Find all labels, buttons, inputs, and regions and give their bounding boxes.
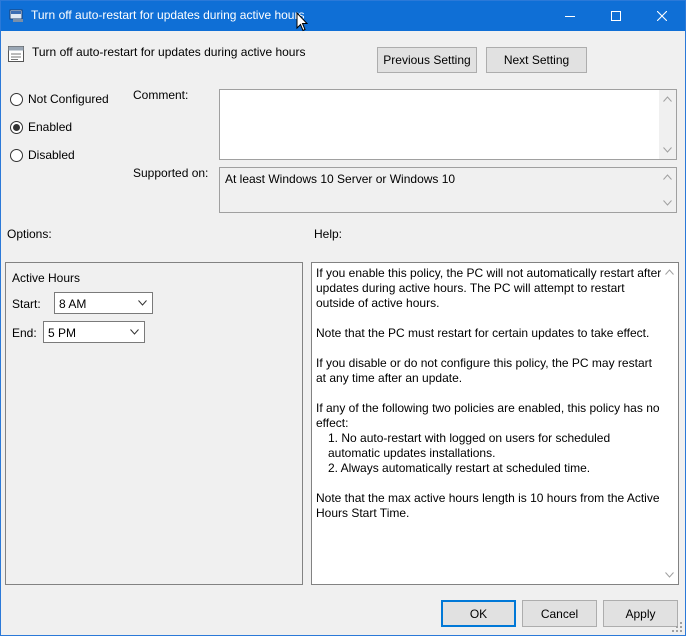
scroll-down-arrow-icon[interactable] — [663, 200, 672, 206]
window-title: Turn off auto-restart for updates during… — [31, 8, 305, 22]
ok-button[interactable]: OK — [441, 600, 516, 627]
start-time-value: 8 AM — [59, 297, 87, 311]
chevron-down-icon — [138, 300, 147, 306]
help-paragraph: If you disable or do not configure this … — [316, 356, 652, 385]
help-paragraph: If you enable this policy, the PC will n… — [316, 266, 662, 310]
scroll-up-arrow-icon[interactable] — [665, 269, 674, 275]
help-list-item: 2. Always automatically restart at sched… — [328, 461, 591, 475]
group-policy-app-icon — [9, 9, 23, 22]
policy-dialog-window: Turn off auto-restart for updates during… — [0, 0, 686, 636]
end-time-value: 5 PM — [48, 326, 77, 340]
start-time-dropdown[interactable]: 8 AM — [54, 292, 153, 314]
start-label: Start: — [12, 297, 41, 311]
previous-setting-button[interactable]: Previous Setting — [377, 47, 477, 73]
resize-grip-icon[interactable] — [669, 619, 683, 633]
supported-scrollbar[interactable] — [659, 168, 676, 212]
title-bar[interactable]: Turn off auto-restart for updates during… — [1, 1, 685, 31]
end-time-dropdown[interactable]: 5 PM — [43, 321, 145, 343]
help-scrollbar[interactable] — [661, 263, 678, 584]
supported-on-label: Supported on: — [133, 166, 209, 180]
comment-textarea[interactable] — [219, 89, 677, 160]
close-icon — [657, 11, 667, 21]
options-panel: Active Hours Start: 8 AM End: 5 PM — [5, 262, 303, 585]
end-label: End: — [12, 326, 37, 340]
active-hours-heading: Active Hours — [12, 271, 81, 285]
policy-setting-icon — [8, 46, 24, 62]
maximize-icon — [611, 11, 621, 21]
help-closing-paragraph: Note that the max active hours length is… — [316, 491, 660, 520]
supported-on-box: At least Windows 10 Server or Windows 10 — [219, 167, 677, 213]
radio-selected-dot — [13, 124, 20, 131]
scroll-up-arrow-icon[interactable] — [663, 174, 672, 180]
help-label: Help: — [314, 227, 343, 241]
radio-enabled-label[interactable]: Enabled — [28, 120, 72, 134]
chevron-down-icon — [130, 329, 139, 335]
policy-name: Turn off auto-restart for updates during… — [32, 45, 306, 59]
help-panel: If you enable this policy, the PC will n… — [311, 262, 679, 585]
comment-label: Comment: — [133, 88, 189, 102]
scroll-down-arrow-icon[interactable] — [663, 147, 672, 153]
help-list-intro: If any of the following two policies are… — [316, 401, 660, 430]
radio-disabled-circle[interactable] — [10, 149, 23, 162]
options-label: Options: — [7, 227, 52, 241]
radio-not-configured-label[interactable]: Not Configured — [28, 92, 109, 106]
minimize-icon — [565, 16, 575, 17]
help-list-item: 1. No auto-restart with logged on users … — [328, 431, 611, 460]
cancel-button[interactable]: Cancel — [522, 600, 597, 627]
help-paragraph: Note that the PC must restart for certai… — [316, 326, 650, 340]
apply-button[interactable]: Apply — [603, 600, 678, 627]
scroll-down-arrow-icon[interactable] — [665, 572, 674, 578]
close-button[interactable] — [639, 1, 685, 31]
minimize-button[interactable] — [547, 1, 593, 31]
radio-not-configured-circle[interactable] — [10, 93, 23, 106]
comment-scrollbar[interactable] — [659, 90, 676, 159]
radio-enabled-circle[interactable] — [10, 121, 23, 134]
maximize-button[interactable] — [593, 1, 639, 31]
next-setting-button[interactable]: Next Setting — [486, 47, 587, 73]
help-text: If you enable this policy, the PC will n… — [316, 266, 662, 536]
supported-on-value: At least Windows 10 Server or Windows 10 — [225, 172, 456, 186]
radio-disabled-label[interactable]: Disabled — [28, 148, 75, 162]
mouse-cursor-icon — [296, 12, 308, 32]
scroll-up-arrow-icon[interactable] — [663, 96, 672, 102]
